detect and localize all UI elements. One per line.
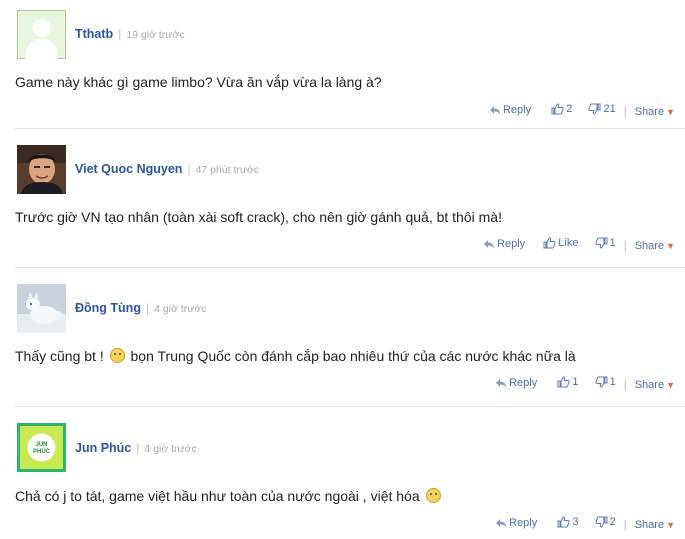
timestamp: 4 giờ trước [154, 303, 207, 315]
user-photo-icon [17, 145, 66, 194]
share-button[interactable]: Share ▼ [635, 519, 675, 531]
chevron-down-icon: ▼ [666, 107, 675, 117]
comment-item: Đồng Tùng | 4 giờ trước Thấy cũng bt ! bọn… [0, 268, 685, 406]
wink-emoji-icon [109, 348, 125, 363]
comment-item: Viet Quoc Nguyen | 47 phút trước Trước giờ… [0, 129, 685, 267]
like-button[interactable]: 2 [551, 103, 572, 115]
thumbs-down-icon [595, 237, 608, 249]
separator: | [623, 240, 627, 252]
avatar[interactable] [17, 145, 66, 194]
grin-emoji-icon [425, 488, 441, 503]
author-name[interactable]: Đồng Tùng [75, 301, 141, 315]
separator: | [623, 106, 627, 118]
comment-header: Jun Phúc | 4 giờ trước [75, 441, 197, 455]
reply-arrow-icon [496, 519, 507, 528]
separator: | [623, 379, 627, 391]
like-button[interactable]: 1 [557, 376, 578, 388]
reply-button[interactable]: Reply [495, 377, 537, 389]
thumbs-down-icon [588, 103, 601, 115]
reply-button[interactable]: Reply [489, 104, 531, 116]
timestamp: 19 giờ trước [126, 29, 185, 41]
reply-arrow-icon [496, 379, 507, 388]
comment-actions: Reply 2 21 | Share ▼ [489, 103, 675, 118]
author-name[interactable]: Jun Phúc [75, 441, 131, 455]
share-button[interactable]: Share ▼ [635, 106, 675, 118]
thumbs-down-icon [595, 376, 608, 388]
share-button[interactable]: Share ▼ [635, 240, 675, 252]
dislike-button[interactable]: 1 [595, 376, 616, 388]
author-name[interactable]: Viet Quoc Nguyen [75, 162, 182, 176]
thumbs-up-icon [543, 237, 556, 249]
dislike-button[interactable]: 2 [595, 516, 616, 528]
avatar[interactable]: JUN PHÚC [17, 423, 66, 472]
comment-header: Đồng Tùng | 4 giờ trước [75, 301, 206, 315]
dislike-button[interactable]: 21 [588, 103, 616, 115]
comment-text: Game này khác gì game limbo? Vừa ăn vắp … [15, 74, 382, 90]
comment-text: Trước giờ VN tạo nhân (toàn xài soft cra… [15, 209, 502, 225]
comment-item: JUN PHÚC Jun Phúc | 4 giờ trước Chả có j t… [0, 407, 685, 539]
user-silhouette-icon [17, 10, 66, 59]
comment-item: Tthatb | 19 giờ trước Game này khác gì gam… [0, 0, 685, 128]
chevron-down-icon: ▼ [666, 380, 675, 390]
reply-arrow-icon [489, 106, 500, 115]
like-button[interactable]: 3 [557, 516, 578, 528]
reply-arrow-icon [484, 240, 495, 249]
separator: | [118, 27, 122, 41]
comment-header: Viet Quoc Nguyen | 47 phút trước [75, 162, 259, 176]
timestamp: 47 phút trước [195, 164, 260, 176]
separator: | [136, 441, 140, 455]
thumbs-up-icon [557, 376, 570, 388]
thumbs-down-icon [595, 516, 608, 528]
dislike-button[interactable]: 1 [595, 237, 616, 249]
svg-text:JUN: JUN [35, 442, 47, 448]
chevron-down-icon: ▼ [666, 241, 675, 251]
reply-button[interactable]: Reply [495, 517, 537, 529]
thumbs-up-icon [557, 516, 570, 528]
share-button[interactable]: Share ▼ [635, 379, 675, 391]
timestamp: 4 giờ trước [144, 443, 197, 455]
separator: | [187, 162, 191, 176]
separator: | [145, 301, 150, 315]
like-button[interactable]: Like [543, 237, 578, 249]
avatar[interactable] [17, 10, 66, 59]
comment-actions: Reply 3 2 | Share ▼ [495, 516, 675, 531]
chevron-down-icon: ▼ [666, 520, 675, 530]
comment-actions: Reply Like 1 | Share ▼ [483, 237, 675, 252]
thumbs-up-icon [551, 103, 564, 115]
comment-actions: Reply 1 1 | Share ▼ [495, 376, 675, 391]
author-name[interactable]: Tthatb [75, 27, 113, 41]
jun-phuc-logo-icon: JUN PHÚC [17, 423, 66, 472]
avatar[interactable] [17, 284, 66, 333]
comment-text: Chả có j to tát, game việt hầu như toàn … [15, 488, 443, 504]
comment-header: Tthatb | 19 giờ trước [75, 27, 184, 41]
comment-text: Thấy cũng bt ! bọn Trung Quốc còn đánh c… [15, 348, 576, 364]
reply-button[interactable]: Reply [483, 238, 525, 250]
svg-text:PHÚC: PHÚC [33, 448, 51, 455]
separator: | [623, 519, 627, 531]
snow-fox-photo-icon [17, 284, 66, 333]
